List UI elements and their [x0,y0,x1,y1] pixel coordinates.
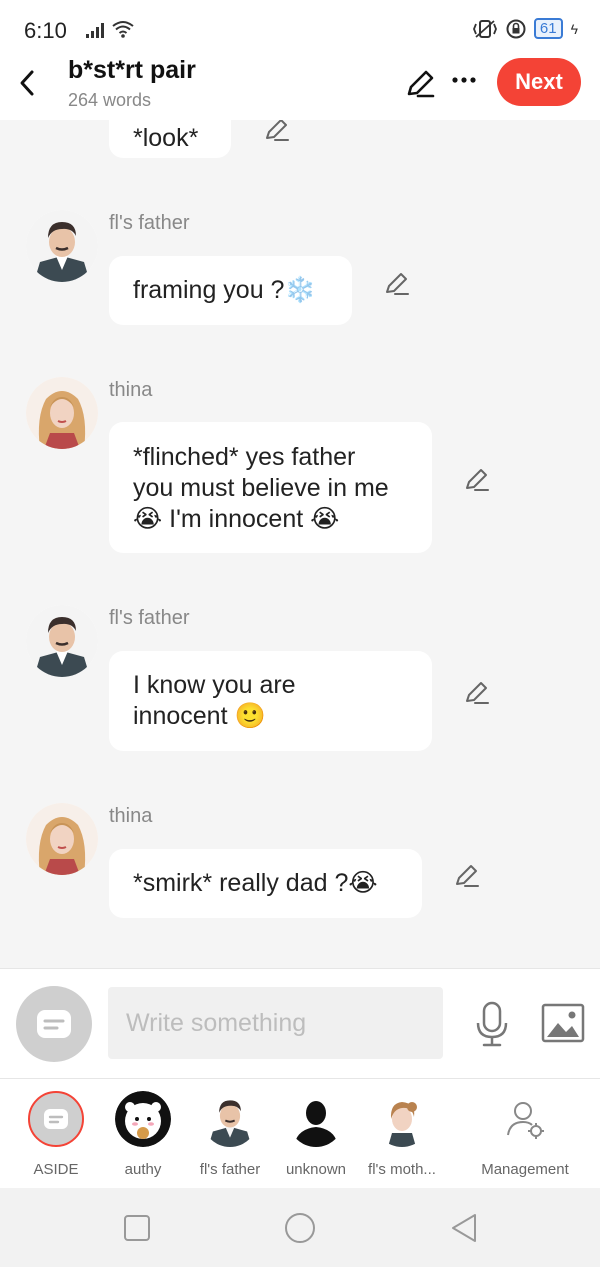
character-label: ASIDE [33,1161,79,1178]
edit-icon[interactable] [382,268,412,298]
chat-area[interactable]: *look* fl's father framing you ?❄️ thina… [0,120,600,968]
character-strip: ASIDE authy fl's father unknown fl's mot… [0,1078,600,1189]
aside-icon [37,1010,71,1038]
character-fls-mother[interactable]: fl's moth... [362,1091,442,1178]
character-label: unknown [285,1161,347,1178]
avatar [374,1091,430,1147]
edit-icon[interactable] [462,677,492,707]
character-label: Management [481,1161,569,1178]
character-label: fl's father [199,1161,261,1178]
sender-name: fl's father [109,607,190,629]
message-line: innocent 🙂 [133,702,266,730]
edit-pen-icon[interactable] [402,66,438,102]
back-button[interactable] [12,62,46,102]
sender-name: thina [109,805,153,827]
next-button[interactable]: Next [497,58,581,106]
character-authy[interactable]: authy [103,1091,183,1178]
character-label: fl's moth... [368,1161,436,1178]
message-bubble[interactable]: *flinched* yes father you must believe i… [109,422,432,553]
message-bubble[interactable]: I know you are innocent 🙂 [109,651,432,751]
vibrate-icon [472,19,497,38]
sender-name: thina [109,379,153,401]
charging-icon: ϟ [570,20,578,37]
character-unknown[interactable]: unknown [276,1091,356,1178]
aside-toggle-button[interactable] [16,986,92,1062]
home-button[interactable] [284,1212,316,1244]
wifi-icon [112,21,134,38]
signal-icon [86,23,104,38]
avatar[interactable] [26,803,98,875]
recent-apps-button[interactable] [123,1214,151,1242]
character-fls-father[interactable]: fl's father [190,1091,270,1178]
system-nav-bar [0,1188,600,1267]
message-bubble[interactable]: *smirk* really dad ?😭 [109,849,422,918]
lock-rotation-icon [506,19,526,38]
aside-icon [44,1109,68,1129]
avatar[interactable] [26,377,98,449]
management-button[interactable]: Management [480,1091,570,1178]
microphone-icon[interactable] [472,1001,512,1047]
character-label: authy [124,1161,162,1178]
avatar[interactable] [26,605,98,677]
edit-icon[interactable] [452,860,482,890]
avatar [115,1091,171,1147]
header: b*st*rt pair 264 words Next [0,56,600,120]
message-input[interactable] [108,987,443,1059]
avatar[interactable] [26,210,98,282]
message-line: 😭 I'm innocent 😭 [133,505,340,533]
more-options-icon[interactable] [448,66,480,96]
battery-indicator: 61 [533,18,563,39]
user-gear-icon [507,1102,544,1139]
silhouette-avatar [288,1091,344,1147]
composer [0,968,600,1079]
message-line: I know you are [133,671,296,699]
message-line: *smirk* really dad ?😭 [133,869,378,897]
message-bubble[interactable]: *look* [109,120,231,158]
character-aside[interactable]: ASIDE [16,1091,96,1178]
word-count: 264 words [68,90,152,110]
status-time: 6:10 [24,18,67,43]
message-line: you must believe in me [133,474,389,502]
image-icon[interactable] [541,1003,585,1043]
message-line: framing you ?❄️ [133,276,316,304]
page-title: b*st*rt pair [68,56,196,84]
message-line: *flinched* yes father [133,443,356,471]
back-nav-button[interactable] [449,1212,479,1244]
avatar [202,1091,258,1147]
status-bar: 6:10 61 ϟ [0,0,600,58]
edit-icon[interactable] [462,464,492,494]
sender-name: fl's father [109,212,190,234]
message-bubble[interactable]: framing you ?❄️ [109,256,352,325]
edit-icon[interactable] [262,120,292,144]
message-line: *look* [133,124,199,152]
